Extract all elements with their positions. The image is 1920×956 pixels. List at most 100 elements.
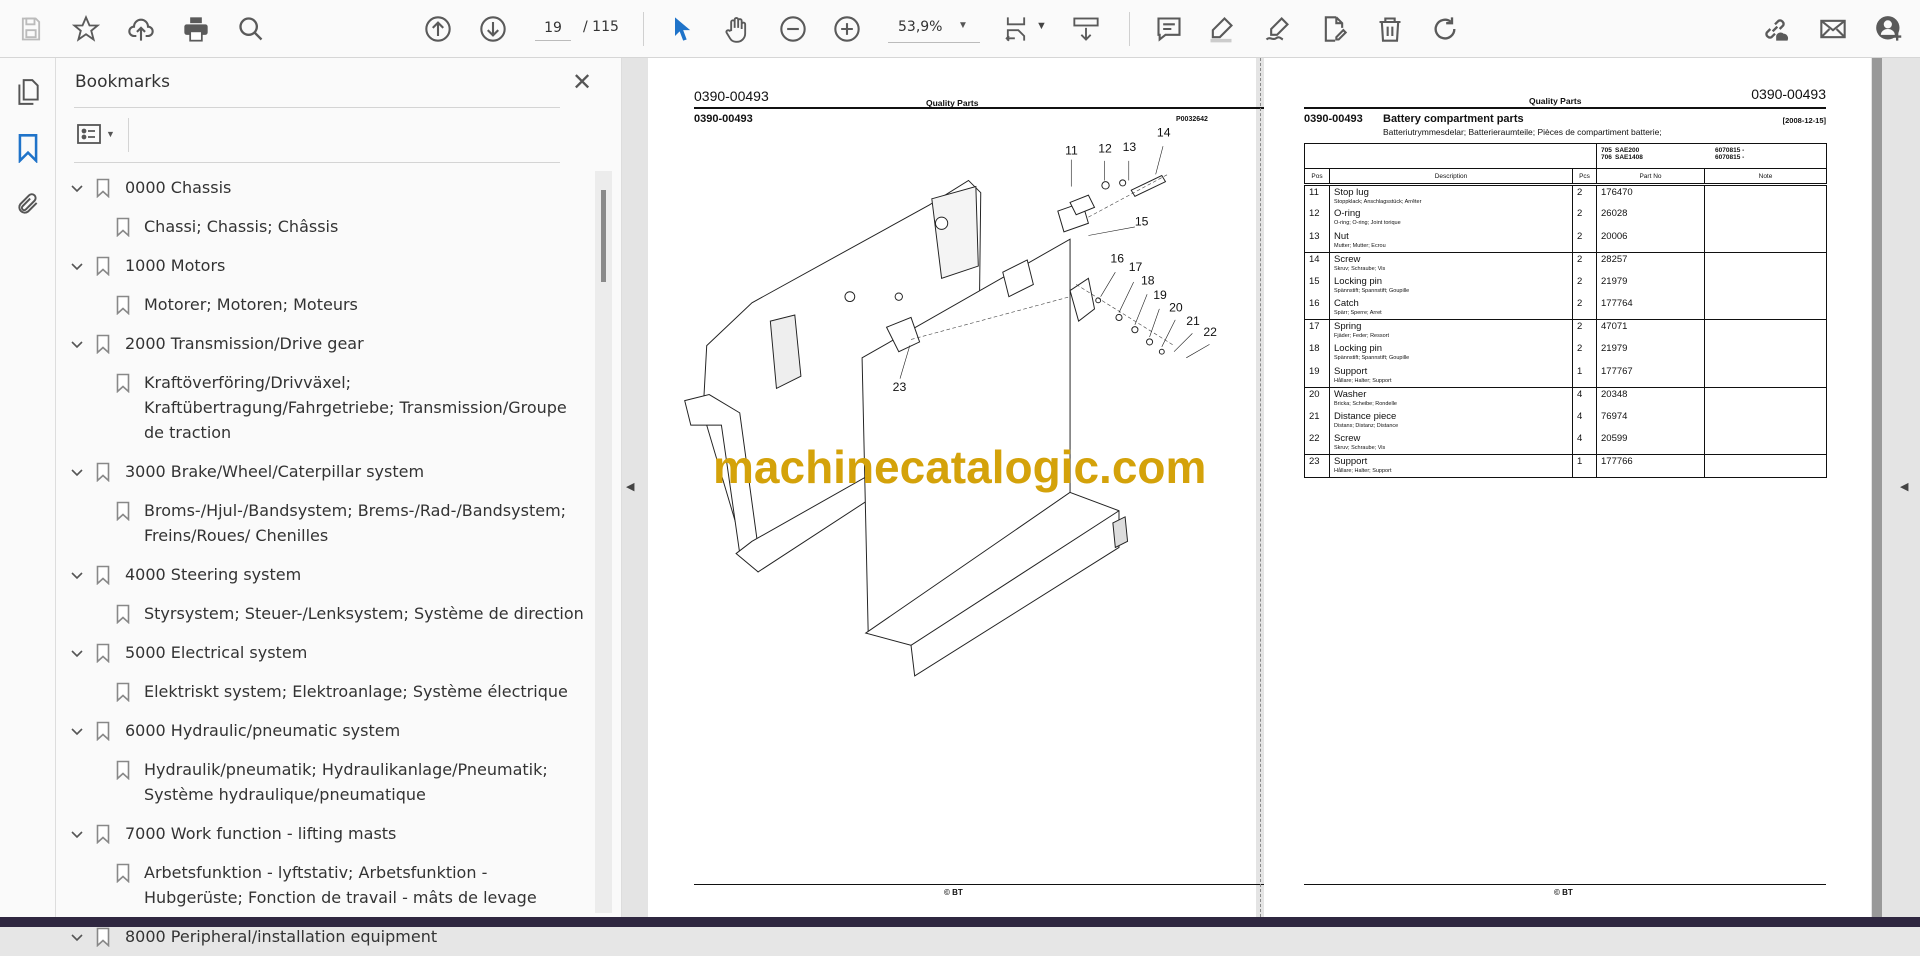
callout-16: 16 (1110, 251, 1124, 265)
pcs-cell: 4 (1572, 409, 1597, 432)
select-cursor-icon[interactable] (666, 13, 698, 45)
chevron-down-icon: ▼ (106, 129, 115, 139)
collapse-panel-arrow-icon[interactable]: ◀ (626, 480, 634, 493)
callout-22: 22 (1203, 325, 1217, 339)
panel-scrollbar[interactable] (595, 171, 612, 913)
bookmark-item[interactable]: 3000 Brake/Wheel/Caterpillar system (56, 452, 591, 491)
bookmark-item[interactable]: 4000 Steering system (56, 555, 591, 594)
callout-20: 20 (1169, 300, 1183, 314)
description: Support (1334, 456, 1368, 467)
pcs-cell: 2 (1572, 274, 1597, 297)
bookmark-child-item[interactable]: Elektriskt system; Elektroanlage; Systèm… (56, 672, 591, 711)
fit-page-icon[interactable] (1000, 13, 1032, 45)
bookmark-star-icon[interactable] (70, 13, 102, 45)
bookmark-child-item[interactable]: Kraftöverföring/Drivväxel; Kraftübertrag… (56, 363, 591, 452)
next-page-icon[interactable] (477, 13, 509, 45)
divider (74, 162, 560, 163)
chevron-down-icon[interactable] (69, 722, 85, 738)
pcs-cell: 4 (1572, 386, 1597, 410)
description-translations: Spännstift; Spannstift; Goupille (1334, 287, 1410, 294)
vertical-scrollbar[interactable] (1872, 58, 1882, 917)
part-no-cell: 177766 (1596, 454, 1705, 478)
save-icon[interactable] (15, 13, 47, 45)
pcs-cell: 4 (1572, 432, 1597, 455)
bookmark-child-item[interactable]: Motorer; Motoren; Moteurs (56, 285, 591, 324)
zoom-in-icon[interactable] (831, 13, 863, 45)
pos-cell: 17 (1304, 319, 1330, 342)
part-no-cell: 21979 (1596, 274, 1705, 297)
search-icon[interactable] (235, 13, 267, 45)
toolbar: / 115 53,9% ▼ ▼ (0, 0, 1920, 58)
bookmark-child-item[interactable]: Styrsystem; Steuer-/Lenksystem; Système … (56, 594, 591, 633)
hand-tool-icon[interactable] (721, 13, 753, 45)
bookmark-child-item[interactable]: Hydraulik/pneumatik; Hydraulikanlage/Pne… (56, 750, 591, 814)
bookmark-options-button[interactable]: ▼ (76, 122, 115, 146)
upload-cloud-icon[interactable] (125, 13, 157, 45)
close-icon[interactable]: ✕ (572, 68, 592, 96)
bookmark-icon (116, 760, 130, 781)
expand-right-panel-arrow-icon[interactable]: ◀ (1900, 480, 1908, 493)
bookmark-item[interactable]: 1000 Motors (56, 246, 591, 285)
bookmark-icon (96, 178, 110, 199)
note-cell (1704, 297, 1827, 320)
description-translations: Distans; Distanz; Distance (1334, 422, 1399, 429)
bookmark-item[interactable]: 6000 Hydraulic/pneumatic system (56, 711, 591, 750)
pcs-cell: 2 (1572, 251, 1597, 275)
chevron-down-icon[interactable] (69, 335, 85, 351)
chevron-down-icon[interactable] (69, 463, 85, 479)
pcs-cell: 2 (1572, 319, 1597, 342)
bookmark-child-item[interactable]: Chassi; Chassis; Châssis (56, 207, 591, 246)
email-icon[interactable] (1817, 13, 1849, 45)
table-row: 12 O-ring O-ring; O-ring; Joint torique 2… (1304, 207, 1827, 230)
highlight-icon[interactable] (1205, 13, 1237, 45)
bookmark-item[interactable]: 5000 Electrical system (56, 633, 591, 672)
bookmark-child-item[interactable]: Arbetsfunktion - lyftstativ; Arbetsfunkt… (56, 853, 591, 917)
page-number-input[interactable] (535, 15, 571, 41)
model-name: SAE1408 (1615, 154, 1643, 161)
table-row: 11 Stop lug Stoppklack; Anschlagsstück; A… (1304, 184, 1827, 207)
chevron-down-icon[interactable] (69, 257, 85, 273)
chevron-down-icon[interactable] (69, 928, 85, 944)
panel-scrollbar-thumb[interactable] (601, 190, 606, 282)
add-user-icon[interactable] (1873, 13, 1905, 45)
bookmark-icon (96, 824, 110, 845)
print-icon[interactable] (180, 13, 212, 45)
scroll-mode-icon[interactable] (1070, 13, 1102, 45)
share-link-icon[interactable] (1759, 13, 1791, 45)
chevron-down-icon[interactable] (69, 566, 85, 582)
fit-dropdown-icon[interactable]: ▼ (1036, 20, 1047, 32)
pcs-cell: 2 (1572, 207, 1597, 230)
pos-cell: 16 (1304, 297, 1330, 320)
rotate-icon[interactable] (1429, 13, 1461, 45)
description-cell: Locking pin Spännstift; Spannstift; Goupi… (1329, 274, 1573, 297)
bookmark-item[interactable]: 7000 Work function - lifting masts (56, 814, 591, 853)
note-cell (1704, 319, 1827, 342)
attachments-icon[interactable] (12, 188, 44, 220)
bookmark-item[interactable]: 0000 Chassis (56, 168, 591, 207)
bookmark-item[interactable]: 2000 Transmission/Drive gear (56, 324, 591, 363)
comment-icon[interactable] (1153, 13, 1185, 45)
edit-pdf-icon[interactable] (1318, 13, 1350, 45)
bookmark-label: 7000 Work function - lifting masts (125, 824, 397, 843)
callout-15: 15 (1135, 215, 1149, 229)
pcs-cell: 2 (1572, 342, 1597, 365)
bookmarks-icon[interactable] (12, 132, 44, 164)
zoom-out-icon[interactable] (777, 13, 809, 45)
bookmark-icon (96, 334, 110, 355)
bookmark-child-item[interactable]: Broms-/Hjul-/Bandsystem; Brems-/Rad-/Ban… (56, 491, 591, 555)
previous-page-icon[interactable] (422, 13, 454, 45)
bookmark-label: 2000 Transmission/Drive gear (125, 334, 364, 353)
pos-cell: 15 (1304, 274, 1330, 297)
page-thumbnails-icon[interactable] (12, 76, 44, 108)
part-no-cell: 26028 (1596, 207, 1705, 230)
chevron-down-icon[interactable]: ▼ (958, 20, 968, 31)
table-row: 17 Spring Fjäder; Feder; Ressort 2 47071 (1304, 319, 1827, 342)
chevron-down-icon[interactable] (69, 179, 85, 195)
draw-signature-icon[interactable] (1261, 13, 1293, 45)
part-no-cell: 20006 (1596, 229, 1705, 252)
model-cell: 705 SAE200 6070815 - 706 SAE1408 6070815 - (1596, 143, 1827, 169)
delete-icon[interactable] (1374, 13, 1406, 45)
chevron-down-icon[interactable] (69, 644, 85, 660)
bookmark-icon (116, 295, 130, 316)
chevron-down-icon[interactable] (69, 825, 85, 841)
